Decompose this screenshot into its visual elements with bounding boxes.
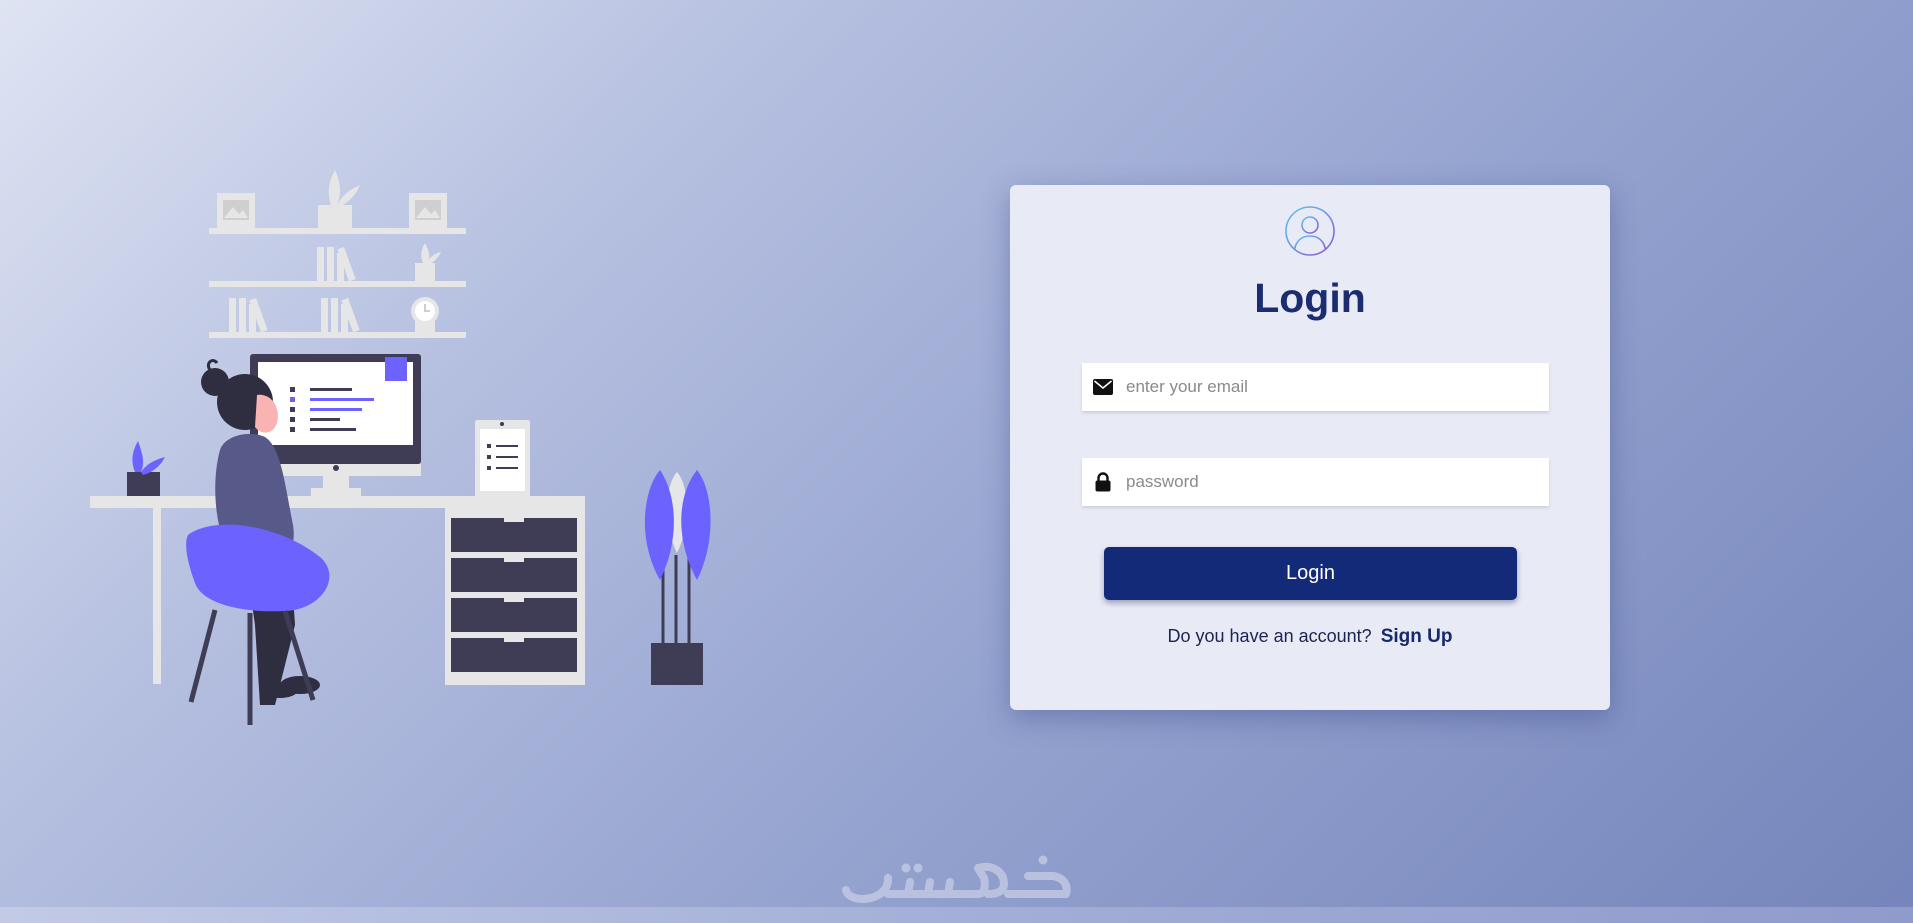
login-button[interactable]: Login — [1104, 547, 1517, 600]
lock-icon — [1092, 471, 1114, 493]
user-circle-icon — [1285, 206, 1335, 256]
signup-prompt: Do you have an account? Sign Up — [1010, 626, 1610, 648]
workspace-illustration — [90, 170, 711, 725]
envelope-icon — [1092, 376, 1114, 398]
desk — [90, 496, 585, 685]
password-field[interactable] — [1082, 458, 1549, 506]
email-input[interactable] — [1126, 363, 1549, 411]
password-input[interactable] — [1126, 458, 1549, 506]
brand-watermark-logo — [842, 855, 1071, 903]
tablet-stand — [475, 420, 530, 497]
account-prompt-text: Do you have an account? — [1167, 626, 1372, 646]
login-card: Login Login Do you have an account? Sign… — [1010, 185, 1610, 710]
bookshelf — [209, 170, 466, 338]
email-field[interactable] — [1082, 363, 1549, 411]
login-title: Login — [1254, 275, 1366, 321]
signup-link[interactable]: Sign Up — [1381, 626, 1453, 647]
floor-plant — [644, 470, 711, 685]
desk-plant — [127, 441, 165, 496]
bottom-bar — [0, 907, 1913, 923]
